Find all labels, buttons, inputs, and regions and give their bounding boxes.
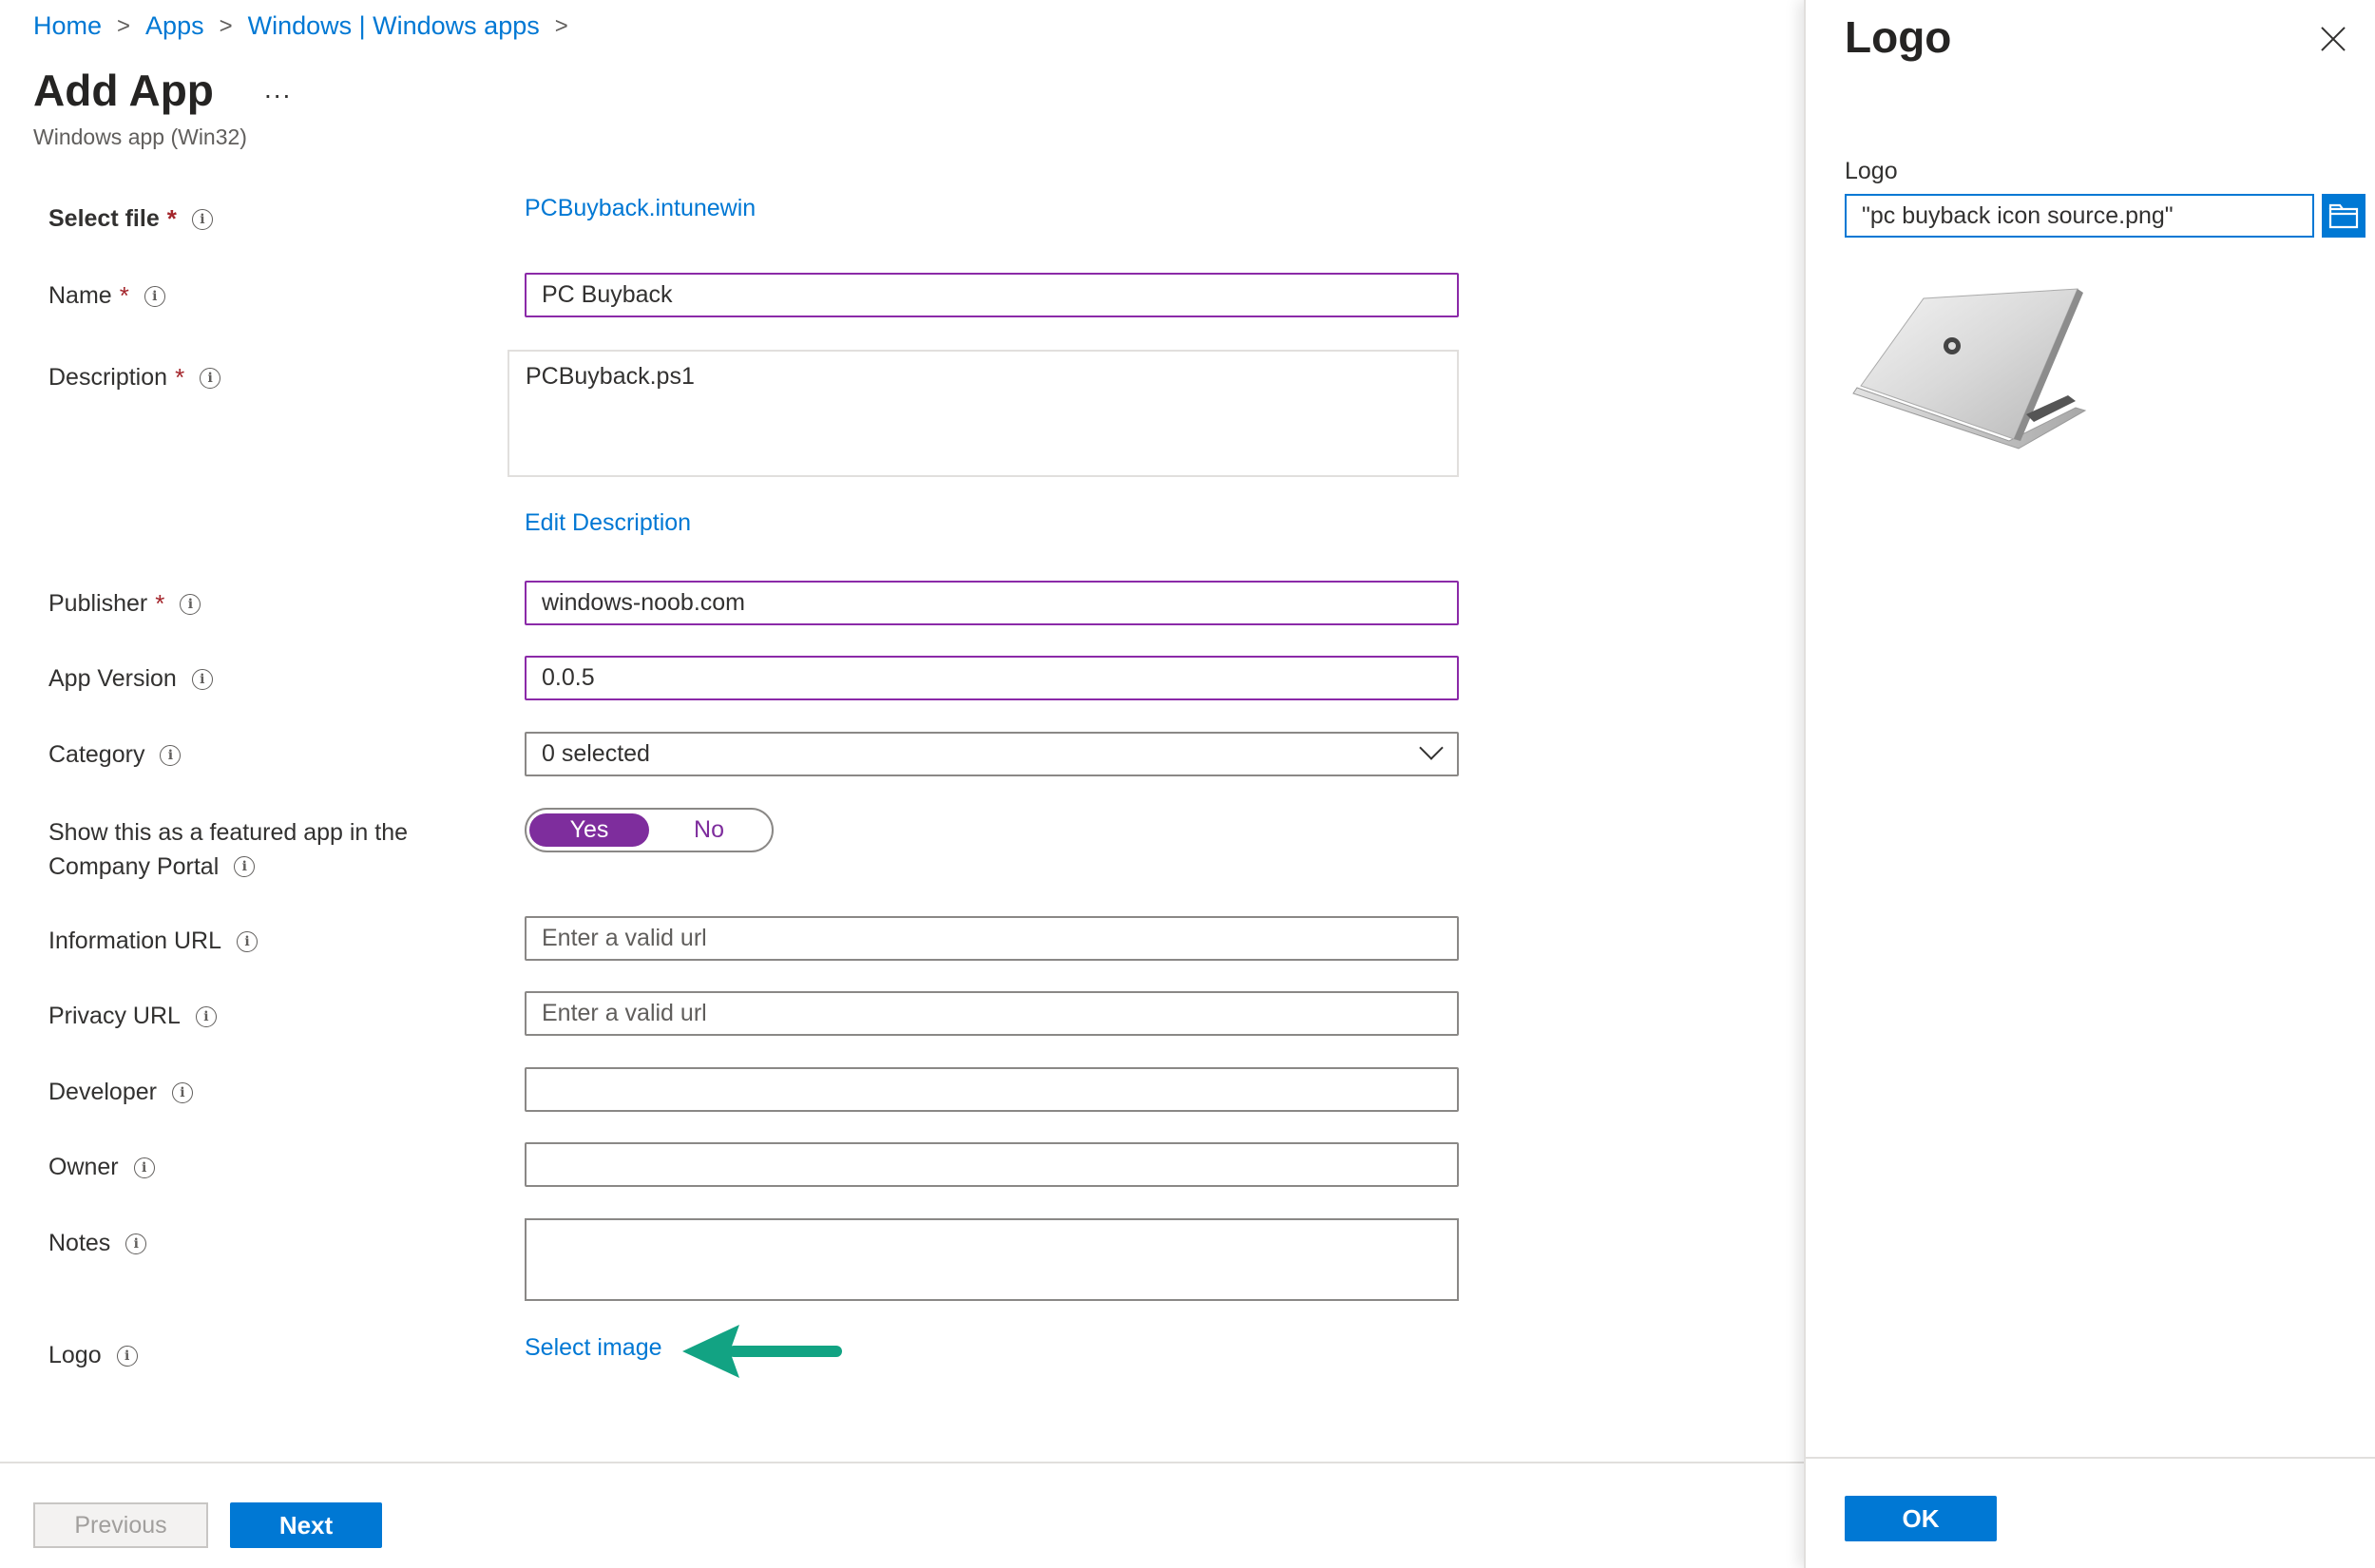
logo-panel: Logo Logo "pc buyback icon source.png" O…: [1804, 0, 2375, 1568]
information-url-label: Information URL i: [48, 927, 259, 955]
logo-file-input[interactable]: "pc buyback icon source.png": [1845, 194, 2314, 238]
info-icon[interactable]: i: [234, 856, 256, 877]
page-subtitle: Windows app (Win32): [33, 124, 247, 149]
chevron-right-icon: >: [554, 12, 568, 39]
developer-label: Developer i: [48, 1079, 193, 1106]
previous-button[interactable]: Previous: [33, 1502, 208, 1548]
logo-label: Logo i: [48, 1342, 138, 1369]
info-icon[interactable]: i: [237, 930, 259, 952]
close-icon[interactable]: [2319, 25, 2347, 53]
chevron-right-icon: >: [117, 12, 131, 39]
required-marker: *: [155, 589, 165, 618]
description-label: Description * i: [48, 363, 221, 392]
select-file-label: Select file * i: [48, 204, 213, 234]
info-icon[interactable]: i: [133, 1157, 155, 1178]
breadcrumb: Home > Apps > Windows | Windows apps >: [33, 11, 568, 41]
edit-description-link[interactable]: Edit Description: [525, 509, 691, 537]
required-marker: *: [175, 363, 185, 392]
category-selected-value: 0 selected: [542, 740, 650, 767]
panel-footer-divider: [1806, 1457, 2375, 1459]
toggle-no-option[interactable]: No: [649, 813, 769, 847]
footer-divider: [0, 1462, 1804, 1463]
app-version-label: App Version i: [48, 665, 213, 693]
publisher-label: Publisher * i: [48, 589, 201, 619]
information-url-input[interactable]: Enter a valid url: [525, 916, 1459, 961]
chevron-down-icon: [1419, 736, 1444, 760]
logo-field-label: Logo: [1845, 158, 1898, 184]
privacy-url-label: Privacy URL i: [48, 1003, 217, 1030]
select-image-link[interactable]: Select image: [525, 1334, 662, 1362]
info-icon[interactable]: i: [125, 1233, 147, 1254]
required-marker: *: [119, 281, 129, 310]
featured-app-label: Show this as a featured app in the Compa…: [48, 819, 409, 880]
info-icon[interactable]: i: [191, 668, 213, 690]
panel-title: Logo: [1845, 12, 1952, 62]
breadcrumb-windows-apps[interactable]: Windows | Windows apps: [248, 11, 540, 41]
folder-icon: [2328, 203, 2359, 229]
annotation-arrow-icon: [682, 1325, 842, 1378]
info-icon[interactable]: i: [160, 744, 182, 766]
category-dropdown[interactable]: 0 selected: [525, 732, 1459, 776]
breadcrumb-apps[interactable]: Apps: [145, 11, 204, 41]
category-label: Category i: [48, 741, 182, 769]
owner-label: Owner i: [48, 1154, 155, 1181]
featured-app-toggle[interactable]: Yes No: [525, 808, 774, 852]
selected-file-link[interactable]: PCBuyback.intunewin: [525, 195, 756, 222]
developer-input[interactable]: [525, 1067, 1459, 1112]
info-icon[interactable]: i: [116, 1345, 138, 1367]
ok-button[interactable]: OK: [1845, 1496, 1997, 1541]
info-icon[interactable]: i: [200, 367, 221, 389]
privacy-url-input[interactable]: Enter a valid url: [525, 991, 1459, 1036]
more-options-icon[interactable]: ...: [264, 74, 292, 105]
name-input[interactable]: PC Buyback: [525, 273, 1459, 317]
chevron-right-icon: >: [219, 12, 233, 39]
add-app-blade: Home > Apps > Windows | Windows apps > A…: [0, 0, 1804, 1568]
notes-textarea[interactable]: [525, 1218, 1459, 1301]
breadcrumb-home[interactable]: Home: [33, 11, 102, 41]
info-icon[interactable]: i: [171, 1081, 193, 1103]
browse-folder-button[interactable]: [2322, 194, 2365, 238]
toggle-yes-option[interactable]: Yes: [529, 813, 649, 847]
publisher-input[interactable]: windows-noob.com: [525, 581, 1459, 625]
page-title: Add App: [33, 66, 214, 115]
logo-preview-image: [1852, 288, 2087, 449]
info-icon[interactable]: i: [180, 593, 201, 615]
info-icon[interactable]: i: [195, 1005, 217, 1027]
notes-label: Notes i: [48, 1230, 147, 1257]
name-label: Name * i: [48, 281, 165, 311]
info-icon[interactable]: i: [191, 208, 213, 230]
info-icon[interactable]: i: [144, 285, 165, 307]
app-version-input[interactable]: 0.0.5: [525, 656, 1459, 700]
next-button[interactable]: Next: [230, 1502, 382, 1548]
description-textarea[interactable]: PCBuyback.ps1: [508, 350, 1459, 477]
owner-input[interactable]: [525, 1142, 1459, 1187]
required-marker: *: [166, 204, 177, 233]
